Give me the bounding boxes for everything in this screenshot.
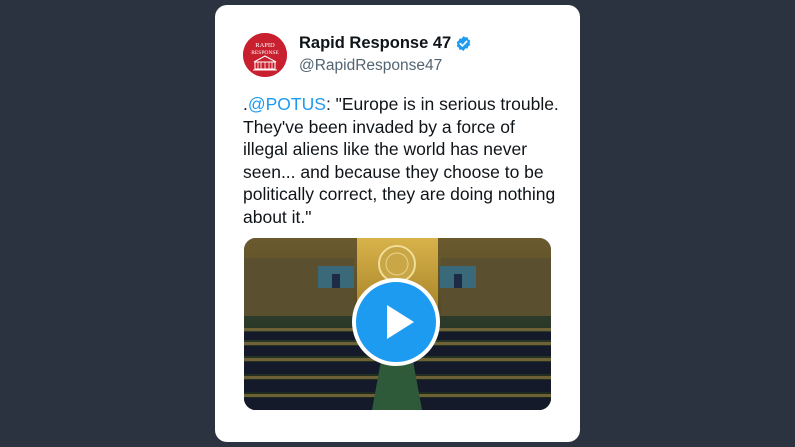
author-name-text[interactable]: Rapid Response 47 <box>299 34 451 53</box>
mention-link[interactable]: @POTUS <box>248 94 326 114</box>
avatar[interactable]: RAPID RESPONSE <box>243 33 287 77</box>
avatar-text-line2: RESPONSE <box>251 50 279 56</box>
avatar-text-line1: RAPID <box>255 42 275 49</box>
tweet-text: .@POTUS: "Europe is in serious trouble. … <box>243 93 563 228</box>
video-thumbnail[interactable] <box>244 238 551 410</box>
tweet-card: RAPID RESPONSE Rapid Response 47 @RapidR… <box>215 5 580 442</box>
author-name[interactable]: Rapid Response 47 <box>299 34 472 53</box>
play-button[interactable] <box>352 278 440 366</box>
author-handle[interactable]: @RapidResponse47 <box>299 57 442 75</box>
play-icon <box>387 305 414 339</box>
verified-badge-icon <box>455 35 472 52</box>
avatar-logo-icon: RAPID RESPONSE <box>243 33 287 77</box>
